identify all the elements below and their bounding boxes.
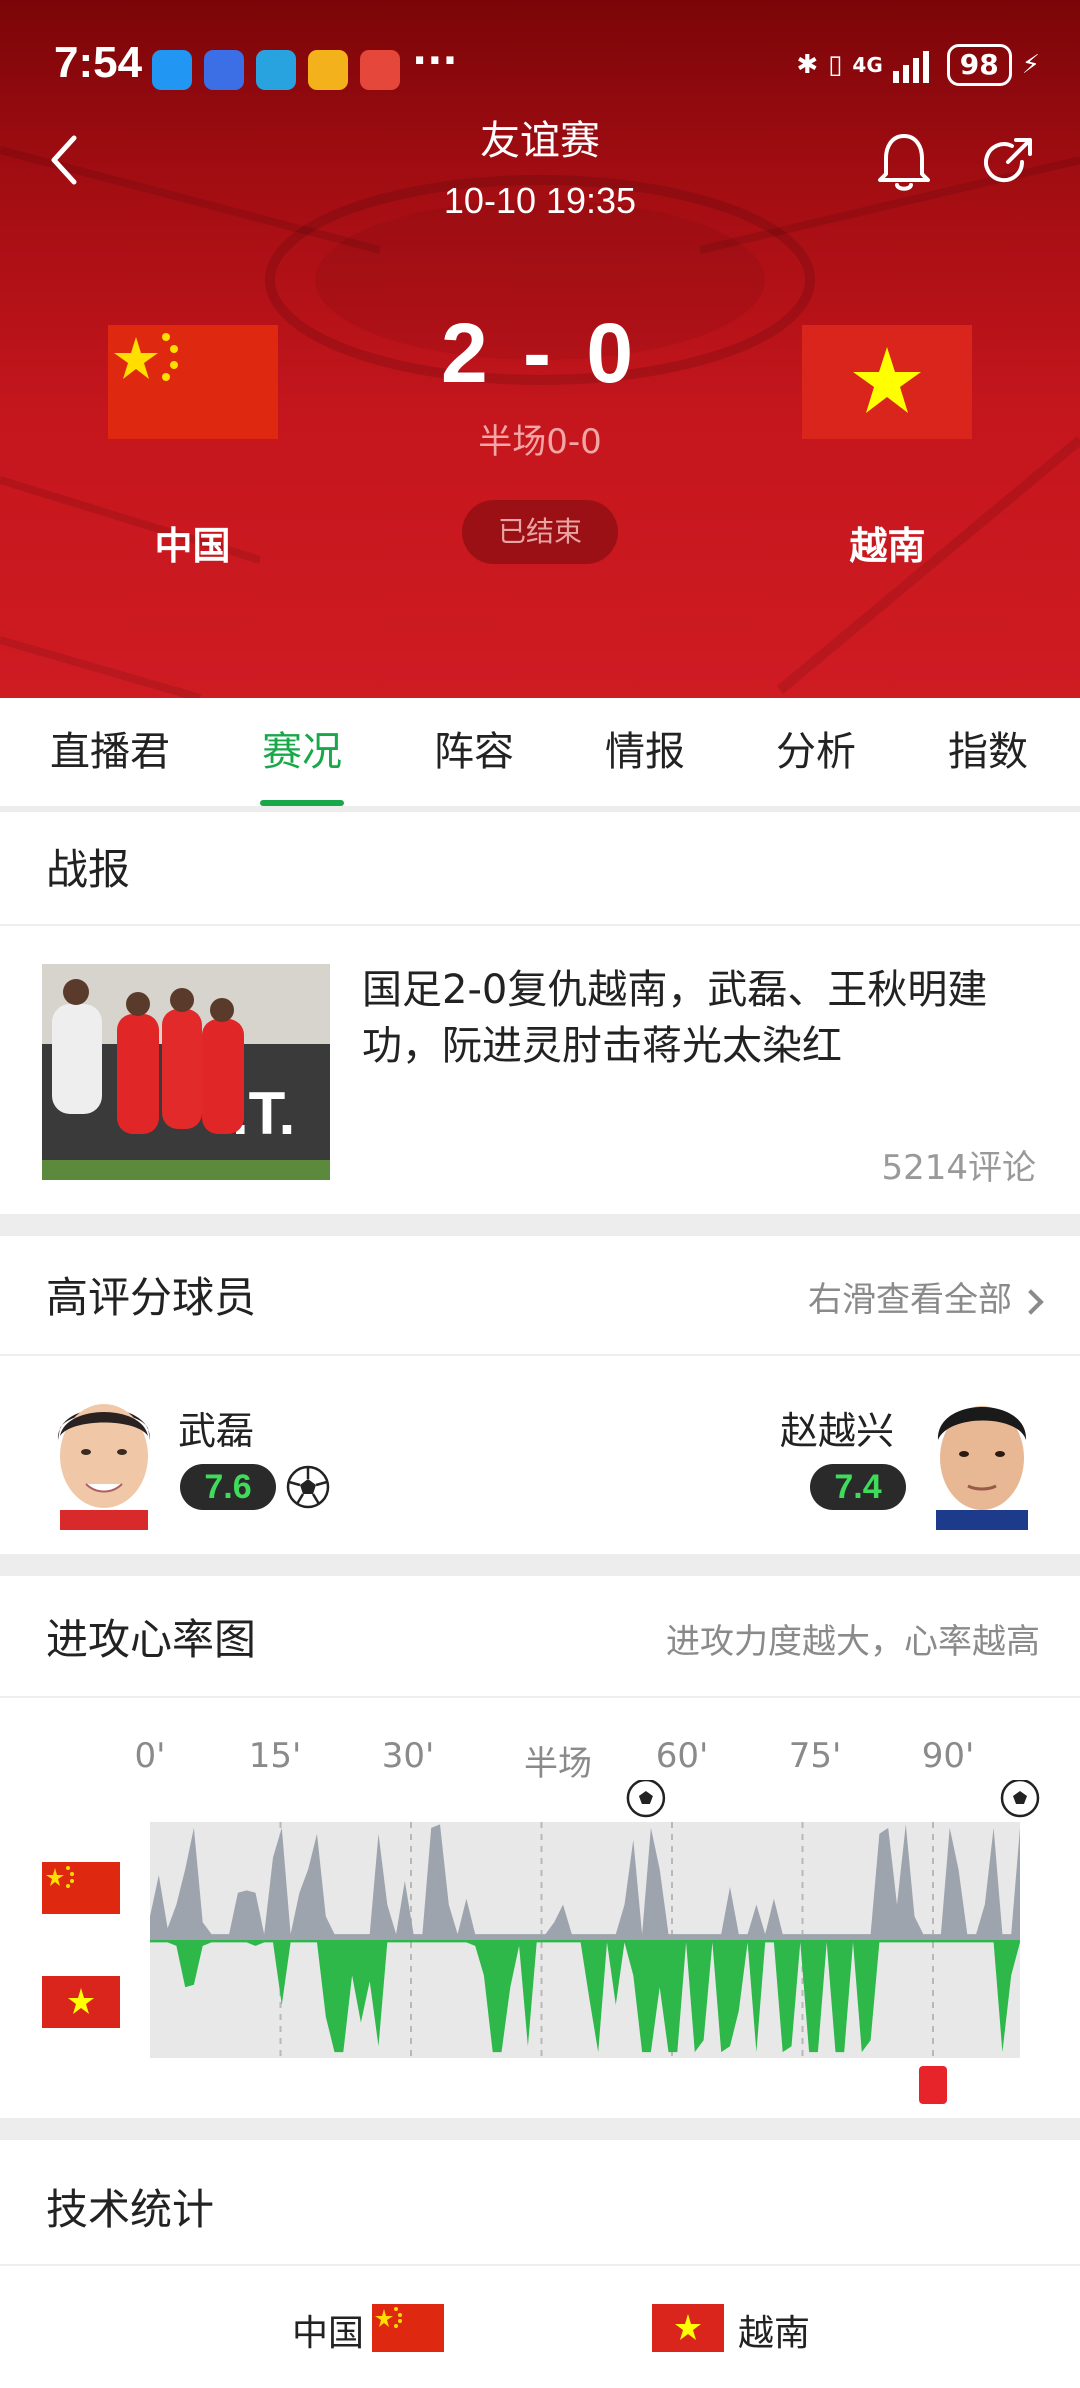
divider	[0, 1354, 1080, 1356]
attack-chart-hint: 进攻力度越大，心率越高	[666, 1622, 1040, 1662]
home-player-name[interactable]: 武磊	[178, 1400, 254, 1455]
goal-event-icon	[626, 1780, 666, 1818]
signal-icon	[892, 51, 929, 83]
chart-tick-label: 75'	[788, 1736, 842, 1776]
china-flag-icon	[372, 2304, 444, 2352]
attack-chart-title: 进攻心率图	[46, 1615, 257, 1664]
away-player-avatar[interactable]	[918, 1380, 1046, 1530]
chart-tick-label: 30'	[381, 1736, 435, 1776]
chart-time-axis: 0' 15' 30' 半场 60' 75' 90'	[0, 1736, 1080, 1784]
match-header: 7:54 ··· ✱ ▯ 4G 98 ⚡ 友谊赛 10-10 19:35 2 -…	[0, 0, 1080, 698]
news-section-title: 战报	[46, 845, 131, 894]
system-status: ✱ ▯ 4G 98 ⚡	[796, 44, 1040, 86]
tab-analysis[interactable]: 分析	[726, 698, 906, 806]
messages-app-icon	[152, 50, 192, 90]
chart-tick-label: 15'	[248, 1736, 302, 1776]
goal-event-icon	[1000, 1780, 1040, 1818]
shield-app-icon	[204, 50, 244, 90]
chart-tick-label: 60'	[655, 1736, 709, 1776]
chart-tick-label: 0'	[134, 1736, 166, 1776]
chevron-right-icon	[1018, 1288, 1044, 1315]
share-icon[interactable]	[978, 132, 1038, 192]
red-card-event-icon	[919, 2066, 947, 2104]
status-time: 7:54	[54, 38, 143, 87]
tab-odds[interactable]: 指数	[898, 698, 1078, 806]
divider	[0, 2264, 1080, 2266]
match-status-badge: 已结束	[462, 500, 618, 564]
match-page: 7:54 ··· ✱ ▯ 4G 98 ⚡ 友谊赛 10-10 19:35 2 -…	[0, 0, 1080, 2388]
match-tabs: 直播君 赛况 阵容 情报 分析 指数	[0, 698, 1080, 806]
swipe-hint-link[interactable]: 右滑查看全部	[808, 1272, 1044, 1321]
news-thumbnail[interactable]: .T.	[42, 964, 330, 1180]
reader-app-icon	[360, 50, 400, 90]
vibrate-icon: ▯	[828, 50, 843, 80]
more-notifications-icon: ···	[412, 38, 458, 84]
news-comment-count: 5214评论	[881, 1148, 1036, 1188]
news-headline[interactable]: 国足2-0复仇越南，武磊、王秋明建功，阮进灵肘击蒋光太染红	[362, 962, 1052, 1074]
divider	[0, 1696, 1080, 1698]
network-type: 4G	[852, 53, 883, 77]
tab-intel[interactable]: 情报	[555, 698, 735, 806]
home-player-avatar[interactable]	[40, 1380, 168, 1530]
attack-heart-rate-chart[interactable]	[0, 1780, 1080, 2110]
charging-icon: ⚡	[1021, 50, 1040, 80]
browser-app-icon	[256, 50, 296, 90]
tech-stats-title: 技术统计	[46, 2185, 215, 2234]
active-tab-indicator	[260, 800, 344, 806]
vietnam-flag-icon	[652, 2304, 724, 2352]
tab-lineup[interactable]: 阵容	[384, 698, 564, 806]
away-player-rating: 7.4	[810, 1464, 906, 1510]
notification-icons	[152, 50, 400, 90]
bluetooth-icon: ✱	[796, 50, 819, 80]
away-player-name[interactable]: 赵越兴	[780, 1400, 894, 1455]
battery-indicator: 98	[946, 44, 1012, 86]
swipe-hint-label: 右滑查看全部	[808, 1280, 1012, 1320]
divider	[0, 924, 1080, 926]
halftime-score: 半场0-0	[478, 422, 602, 462]
tab-match-status[interactable]: 赛况	[212, 698, 392, 806]
chart-tick-label: 90'	[921, 1736, 975, 1776]
stats-away-team: 越南	[738, 2313, 811, 2354]
weibo-app-icon	[308, 50, 348, 90]
stats-home-team: 中国	[292, 2313, 365, 2354]
bell-icon[interactable]	[876, 130, 932, 194]
chart-tick-label: 半场	[524, 1744, 592, 1784]
soccer-ball-icon	[286, 1465, 330, 1509]
home-player-rating: 7.6	[180, 1464, 276, 1510]
tab-live[interactable]: 直播君	[20, 698, 200, 806]
away-team-name[interactable]: 越南	[785, 515, 990, 570]
home-team-name[interactable]: 中国	[90, 515, 295, 570]
top-players-title: 高评分球员	[46, 1273, 257, 1322]
